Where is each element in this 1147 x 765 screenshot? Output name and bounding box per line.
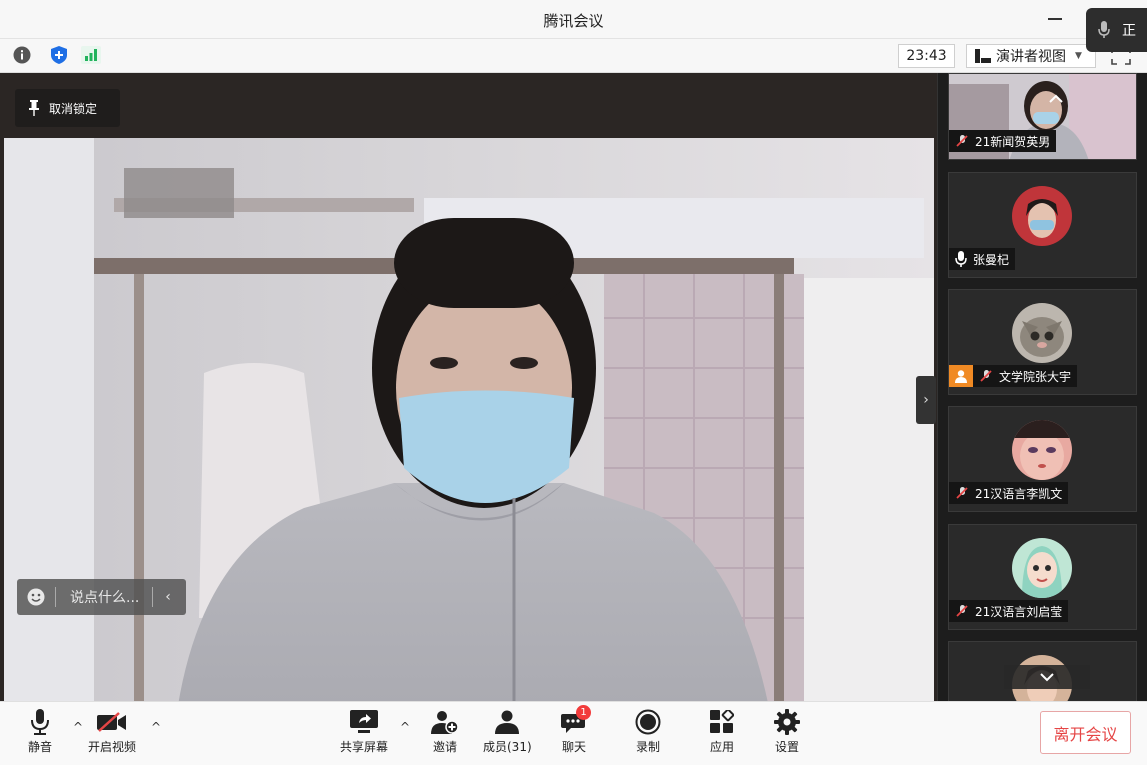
invite-label: 邀请 [432,740,457,754]
speaking-indicator: 正 [1086,8,1147,52]
emoji-icon [27,588,45,606]
mic-muted-icon [980,370,992,382]
bottom-toolbar: 静音 ^ 开启视频 ^ 共享屏幕 ^ 邀请 成员(31) 1 聊天 录制 应用 … [0,701,1147,765]
mute-label: 静音 [27,740,52,754]
window-title: 腾讯会议 [543,12,604,30]
participant-name: 张曼杞 [973,252,1010,267]
apps-label: 应用 [709,740,734,754]
avatar [1012,420,1072,480]
chevron-up-icon [1049,94,1063,103]
participant-name-bar: 张曼杞 [949,248,1016,270]
avatar [1012,303,1072,363]
participant-name: 21汉语言刘启莹 [975,604,1063,619]
share-screen-button[interactable]: 共享屏幕 [340,708,388,755]
minimize-button[interactable] [1040,6,1070,32]
avatar [1012,186,1072,246]
leave-meeting-button[interactable]: 离开会议 [1040,711,1131,754]
info-bar: 23:43 演讲者视图 ▼ [0,39,1147,73]
view-mode-dropdown[interactable]: 演讲者视图 ▼ [966,44,1096,68]
mic-muted-icon [956,487,968,499]
speaker-video-frame [4,138,934,734]
collapse-chevron-icon[interactable]: ‹ [153,589,183,605]
unlock-label: 取消锁定 [49,101,98,116]
chat-label: 聊天 [561,740,586,754]
toggle-gallery-button[interactable]: › [916,376,936,424]
participant-name-bar: 21汉语言刘启莹 [949,600,1069,622]
caret-down-icon: ▼ [1075,51,1082,61]
share-screen-icon [350,710,378,733]
mic-muted-icon [956,135,968,147]
view-mode-label: 演讲者视图 [996,49,1066,65]
title-bar: 腾讯会议 [0,0,1147,39]
share-options-caret-icon[interactable]: ^ [400,720,410,734]
share-label: 共享屏幕 [340,740,389,754]
participant-tile[interactable]: 21新闻贺英男 [948,73,1137,160]
chat-input[interactable]: 说点什么... [56,587,152,607]
participant-name: 21新闻贺英男 [975,134,1051,149]
start-video-button[interactable]: 开启视频 [88,708,136,755]
main-stage: 取消锁定 说点什么... ‹ › [0,73,937,734]
settings-label: 设置 [774,740,799,754]
participant-name-bar: 文学院张大宇 [949,365,1078,387]
record-button[interactable]: 录制 [631,708,665,755]
audio-options-caret-icon[interactable]: ^ [73,720,83,734]
main-video[interactable] [4,138,934,734]
speaker-view-icon [975,49,991,63]
unlock-pin-button[interactable]: 取消锁定 [15,89,120,127]
members-label: 成员(31) [483,740,532,754]
chat-button[interactable]: 1 聊天 [557,705,591,755]
chevron-right-icon: › [923,392,929,408]
participant-name-bar: 21新闻贺英男 [949,130,1057,152]
record-label: 录制 [635,740,660,754]
participant-tile[interactable]: 21汉语言刘启莹 [948,524,1137,630]
video-options-caret-icon[interactable]: ^ [151,720,161,734]
gear-icon [774,709,800,735]
emoji-button[interactable] [17,588,55,606]
user-icon [955,370,967,383]
participant-tile[interactable]: 张曼杞 [948,172,1137,278]
minimize-icon [1048,18,1062,20]
mute-button[interactable]: 静音 [23,708,57,755]
chevron-down-icon [1040,673,1054,682]
quick-chat-bar[interactable]: 说点什么... ‹ [17,579,186,615]
members-button[interactable]: 成员(31) [483,708,532,755]
scroll-up-button[interactable] [1041,88,1071,110]
microphone-icon [1098,21,1110,38]
participant-gallery[interactable]: 21新闻贺英男 张曼杞 文学院张大宇 21汉语言李凯文 21汉语言刘启莹 [937,73,1147,701]
host-badge [949,365,973,387]
chat-unread-badge: 1 [576,705,591,720]
add-user-icon [431,711,459,734]
apps-icon [710,710,734,733]
settings-button[interactable]: 设置 [770,708,804,755]
participant-name: 21汉语言李凯文 [975,486,1063,501]
record-icon [635,709,661,735]
speaking-text: 正 [1122,23,1136,39]
participant-name: 文学院张大宇 [999,369,1072,384]
meeting-timer: 23:43 [898,44,955,68]
microphone-icon [31,709,49,735]
meeting-window: 腾讯会议 正 23:43 演讲者视图 ▼ 取消锁定 说点什么... ‹ › 21… [0,0,1147,765]
invite-button[interactable]: 邀请 [428,708,462,755]
scroll-down-button[interactable] [1004,665,1090,689]
apps-button[interactable]: 应用 [705,708,739,755]
security-shield-icon[interactable] [49,45,69,65]
video-off-icon [97,712,126,732]
members-icon [495,710,520,734]
network-signal-icon[interactable] [81,45,101,65]
microphone-icon [955,251,967,267]
mic-muted-icon [956,605,968,617]
pin-icon [29,100,39,116]
meeting-info-icon[interactable] [12,45,32,65]
participant-tile[interactable]: 21汉语言李凯文 [948,406,1137,512]
participant-tile[interactable]: 文学院张大宇 [948,289,1137,395]
video-label: 开启视频 [88,740,137,754]
avatar [1012,538,1072,598]
participant-name-bar: 21汉语言李凯文 [949,482,1069,504]
